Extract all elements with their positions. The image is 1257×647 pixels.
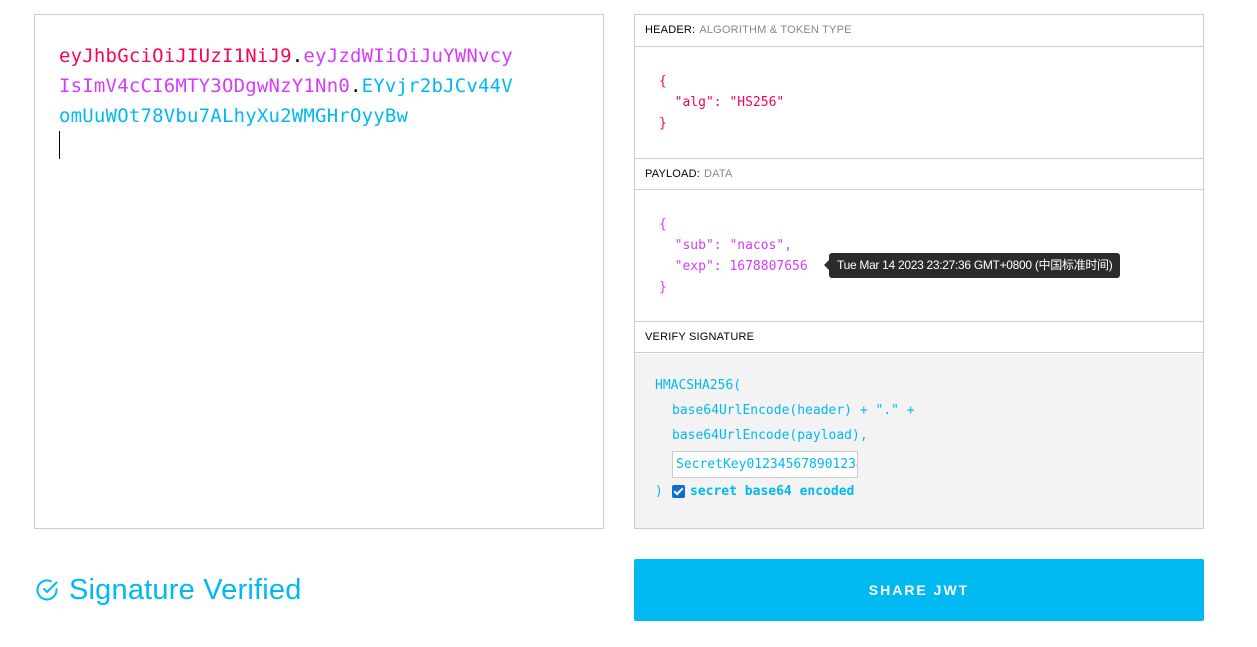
- closing-paren: ): [655, 484, 663, 499]
- token-payload-segment: IsImV4cCI6MTY3ODgwNzY1Nn0: [59, 75, 350, 97]
- encoded-token-editor[interactable]: eyJhbGciOiJIUzI1NiJ9.eyJzdWIiOiJuYWNvcy …: [34, 14, 604, 529]
- hmac-function-line: HMACSHA256(: [655, 378, 742, 393]
- payload-encode-line: base64UrlEncode(payload),: [672, 428, 868, 443]
- token-dot: .: [349, 75, 362, 97]
- base64-encoded-label[interactable]: secret base64 encoded: [690, 482, 854, 502]
- json-line: }: [659, 116, 667, 131]
- base64-encoded-checkbox[interactable]: [672, 485, 685, 498]
- signature-status: Signature Verified: [34, 570, 302, 610]
- header-section-title: HEADER: ALGORITHM & TOKEN TYPE: [635, 15, 1203, 47]
- token-signature-segment: EYvjr2bJCv44V: [361, 75, 513, 97]
- json-line: "exp": 1678807656: [659, 259, 808, 274]
- decoded-panel: HEADER: ALGORITHM & TOKEN TYPE { "alg": "…: [634, 14, 1204, 529]
- json-line: "alg": "HS256": [659, 95, 785, 110]
- check-circle-icon: [36, 579, 58, 601]
- encoded-token-text[interactable]: eyJhbGciOiJIUzI1NiJ9.eyJzdWIiOiJuYWNvcy …: [59, 41, 559, 131]
- header-subtitle: ALGORITHM & TOKEN TYPE: [699, 24, 852, 36]
- header-encode-line: base64UrlEncode(header) + "." +: [672, 403, 915, 418]
- token-dot: .: [291, 45, 304, 67]
- payload-title: PAYLOAD:: [645, 168, 700, 180]
- json-line: }: [659, 280, 667, 295]
- token-header-segment: eyJhbGciOiJIUzI1NiJ9: [59, 45, 292, 67]
- verify-section-title: VERIFY SIGNATURE: [635, 321, 1203, 353]
- json-line: {: [659, 217, 667, 232]
- token-payload-segment: eyJzdWIiOiJuYWNvcy: [303, 45, 513, 67]
- token-signature-segment: omUuWOt78Vbu7ALhyXu2WMGHrOyyBw: [59, 105, 409, 127]
- share-jwt-button[interactable]: SHARE JWT: [634, 559, 1204, 621]
- secret-key-input[interactable]: SecretKey012345678901234567890123456789: [672, 451, 858, 478]
- token-line-2: IsImV4cCI6MTY3ODgwNzY1Nn0.EYvjr2bJCv44V: [59, 71, 559, 101]
- token-line-1: eyJhbGciOiJIUzI1NiJ9.eyJzdWIiOiJuYWNvcy: [59, 41, 559, 71]
- json-line: {: [659, 74, 667, 89]
- token-line-3: omUuWOt78Vbu7ALhyXu2WMGHrOyyBw: [59, 101, 559, 131]
- payload-section-title: PAYLOAD: DATA: [635, 158, 1203, 190]
- json-line: "sub": "nacos",: [659, 238, 793, 253]
- verify-signature-body: HMACSHA256( base64UrlEncode(header) + ".…: [635, 354, 1203, 528]
- header-json-editor[interactable]: { "alg": "HS256" }: [659, 71, 784, 134]
- signature-status-text: Signature Verified: [69, 573, 302, 606]
- payload-subtitle: DATA: [704, 168, 733, 180]
- payload-json-editor[interactable]: { "sub": "nacos", "exp": 1678807656 }: [659, 214, 808, 298]
- text-caret: [59, 131, 60, 159]
- header-title: HEADER:: [645, 24, 696, 36]
- exp-date-tooltip: Tue Mar 14 2023 23:27:36 GMT+0800 (中国标准时…: [823, 253, 1121, 278]
